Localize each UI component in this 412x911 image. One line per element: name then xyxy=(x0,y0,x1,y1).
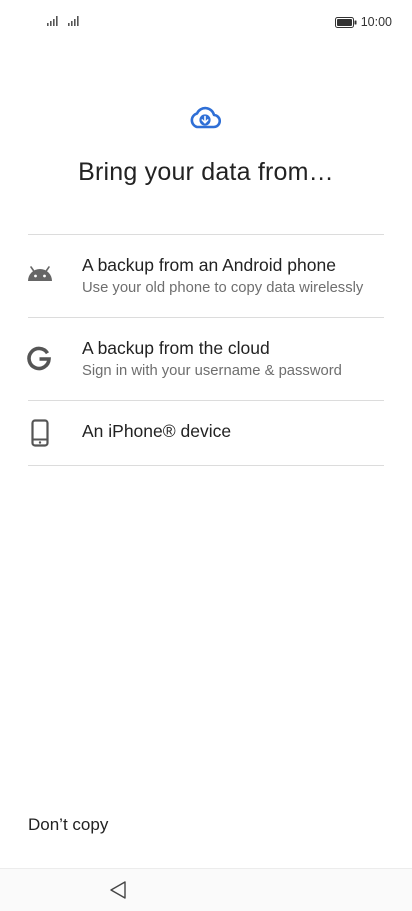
battery-icon xyxy=(334,16,357,28)
google-icon xyxy=(27,346,51,371)
cloud-download-icon xyxy=(190,106,221,129)
signal-strength-icon-2 xyxy=(68,16,79,26)
dont-copy-button[interactable]: Don’t copy xyxy=(28,815,108,835)
battery-clock-group: 10:00 xyxy=(334,15,392,29)
status-bar: 10:00 xyxy=(0,0,412,46)
option-title: An iPhone® device xyxy=(82,421,232,441)
divider xyxy=(28,465,384,466)
navigation-bar xyxy=(0,868,412,911)
option-subtitle: Use your old phone to copy data wireless… xyxy=(82,280,364,296)
option-android-backup[interactable]: A backup from an Android phone Use your … xyxy=(0,235,412,317)
phone-icon xyxy=(31,419,49,447)
android-icon xyxy=(28,266,52,281)
option-cloud-backup[interactable]: A backup from the cloud Sign in with you… xyxy=(0,318,412,400)
signal-strength-icon xyxy=(47,16,58,26)
status-clock: 10:00 xyxy=(360,15,392,29)
back-triangle-icon[interactable] xyxy=(106,878,130,902)
option-subtitle: Sign in with your username & password xyxy=(82,363,342,379)
option-title: A backup from an Android phone xyxy=(82,255,336,275)
page-title: Bring your data from… xyxy=(78,158,334,186)
option-title: A backup from the cloud xyxy=(82,338,270,358)
option-iphone-device[interactable]: An iPhone® device xyxy=(0,401,412,465)
